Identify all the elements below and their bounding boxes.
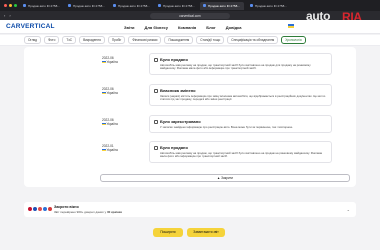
owner-change-icon <box>154 88 158 93</box>
ukraine-flag-icon <box>102 60 106 64</box>
nav-blog[interactable]: Блог <box>206 25 215 30</box>
browser-tab[interactable]: Продаж авто ID 2758... <box>155 2 197 10</box>
tab-overview[interactable]: Огляд <box>24 36 42 44</box>
forward-arrow-icon[interactable]: › <box>9 13 10 18</box>
maximize-window-dot[interactable] <box>14 4 17 7</box>
event-country: Україна <box>102 148 118 152</box>
tab-theft[interactable]: Викрадення <box>79 36 105 44</box>
event-country: Україна <box>102 122 118 126</box>
event-details: Було продано Автомобіль мав рекламу на п… <box>149 141 332 163</box>
browser-tab-active[interactable]: Продаж авто ID 2758... <box>200 1 244 10</box>
browser-tab[interactable]: Продаж авто ID 2758... <box>110 2 152 10</box>
country-flags-icon <box>28 207 52 211</box>
tab-favicon-icon <box>158 4 161 7</box>
tab-favicon-icon <box>113 4 116 7</box>
tab-favicon-icon <box>250 4 253 7</box>
tab-accidents[interactable]: ТзС <box>62 36 77 44</box>
sale-ad-icon <box>154 145 158 150</box>
report-section-tabs: Огляд Фото ТзС Викрадення Пробіг Фінансо… <box>0 35 380 46</box>
close-window-dot[interactable] <box>4 4 7 7</box>
event-details: Було зареєстровано У записах знайдено ін… <box>149 115 332 134</box>
tab-status[interactable]: Стан/дії тощо <box>196 36 225 44</box>
tab-financial-risks[interactable]: Фінансові ризики <box>128 36 162 44</box>
registration-icon <box>154 119 158 124</box>
tab-photos[interactable]: Фото <box>44 36 60 44</box>
ukraine-flag-icon[interactable] <box>288 24 294 28</box>
minimize-window-dot[interactable] <box>9 4 12 7</box>
collapse-button[interactable]: ▲ Закрити <box>100 174 350 182</box>
browser-tab[interactable]: Продаж авто ID 2758... <box>247 2 289 10</box>
address-bar[interactable]: carvertical.com <box>150 12 230 19</box>
carvertical-logo[interactable]: CARVERTICAL <box>6 23 55 30</box>
tab-favicon-icon <box>203 4 206 7</box>
tab-specification[interactable]: Специфікація та обладнання <box>227 36 279 44</box>
event-country: Україна <box>102 60 118 64</box>
download-report-button[interactable]: Завантажити звіт <box>187 228 225 237</box>
window-controls[interactable] <box>4 4 17 7</box>
tab-favicon-icon <box>68 4 71 7</box>
ukraine-flag-icon <box>102 148 106 152</box>
event-country: Україна <box>102 91 118 95</box>
event-details: Було продано Автомобіль мав рекламу на п… <box>149 53 332 75</box>
nav-company[interactable]: Компанія <box>178 25 196 30</box>
nav-business[interactable]: Для бізнесу <box>145 25 168 30</box>
tab-mileage[interactable]: Пробіг <box>107 36 126 44</box>
ukraine-flag-icon <box>102 122 106 126</box>
timeline-card: 2022-06 Україна Було продано Автомобіль … <box>24 47 356 187</box>
site-header: CARVERTICAL Звіти Для бізнесу Компанія Б… <box>0 20 380 34</box>
banner-subtitle: Звіт перевірено 900+ джерел даних у 30 к… <box>54 210 123 214</box>
data-sources-banner[interactable]: Закрити вікно Звіт перевірено 900+ джере… <box>24 202 356 217</box>
browser-tab[interactable]: Продаж авто ID 2758... <box>20 2 62 10</box>
event-details: Власника змінено Записи (наразі) містять… <box>149 84 332 106</box>
chevron-down-icon[interactable]: ⌄ <box>347 207 350 212</box>
back-arrow-icon[interactable]: ‹ <box>4 13 5 18</box>
top-navigation: Звіти Для бізнесу Компанія Блог Довідка <box>124 25 241 30</box>
browser-tab[interactable]: Продаж авто ID 2758... <box>65 2 107 10</box>
sale-ad-icon <box>154 57 158 62</box>
tab-favicon-icon <box>23 4 26 7</box>
banner-title: Закрити вікно <box>54 205 79 209</box>
tab-timeline[interactable]: Хронологія <box>281 36 306 44</box>
share-button[interactable]: Поширити <box>153 228 183 237</box>
ukraine-flag-icon <box>102 91 106 95</box>
nav-help[interactable]: Довідка <box>226 25 242 30</box>
nav-reports[interactable]: Звіти <box>124 25 135 30</box>
tab-damage[interactable]: Пошкодження <box>164 36 194 44</box>
